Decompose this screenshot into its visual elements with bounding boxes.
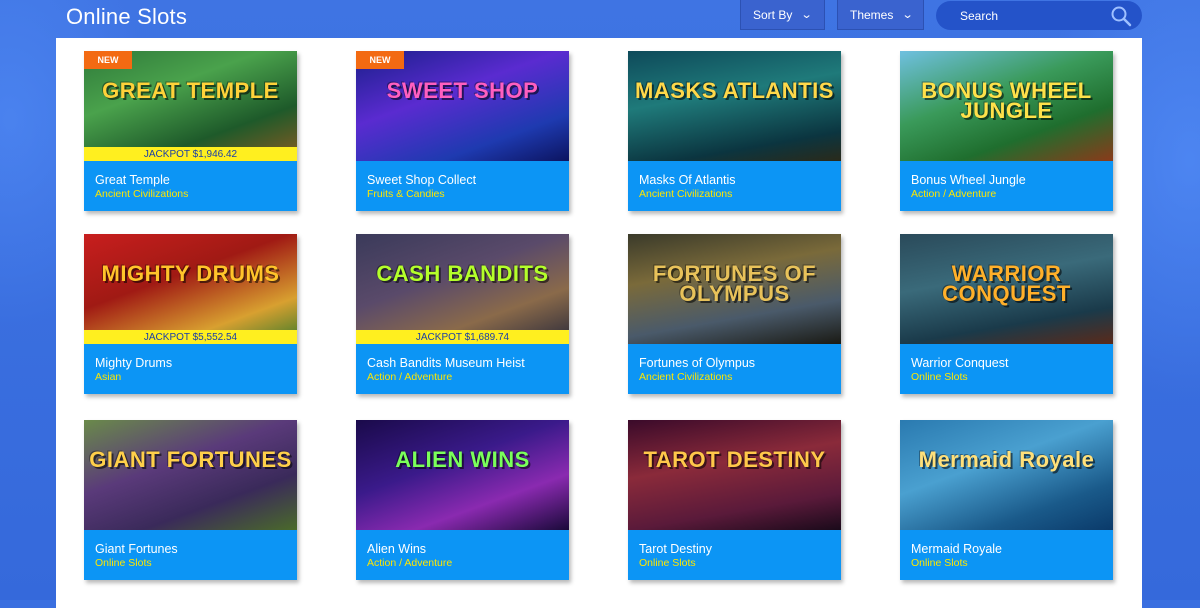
game-name[interactable]: Giant Fortunes	[95, 542, 291, 557]
game-info: Alien Wins Action / Adventure	[367, 542, 563, 569]
game-info: Sweet Shop Collect Fruits & Candies	[367, 173, 563, 200]
game-name[interactable]: Masks Of Atlantis	[639, 173, 835, 188]
game-thumbnail[interactable]: FORTUNES OF OLYMPUS	[628, 234, 841, 344]
game-info: Bonus Wheel Jungle Action / Adventure	[911, 173, 1107, 200]
game-info: Tarot Destiny Online Slots	[639, 542, 835, 569]
game-card[interactable]: CASH BANDITS JACKPOT $1,689.74 Cash Bandit…	[356, 234, 569, 394]
game-category: Ancient Civilizations	[639, 371, 733, 383]
game-card[interactable]: MIGHTY DRUMS JACKPOT $5,552.54 Mighty Drum…	[84, 234, 297, 394]
game-name[interactable]: Great Temple	[95, 173, 291, 188]
page-title: Online Slots	[66, 4, 188, 29]
game-logo: BONUS WHEEL JUNGLE	[921, 78, 1092, 123]
game-card[interactable]: MASKS ATLANTIS Masks Of Atlantis Ancient C…	[628, 51, 841, 211]
game-thumbnail[interactable]: CASH BANDITS JACKPOT $1,689.74	[356, 234, 569, 344]
game-category: Ancient Civilizations	[95, 188, 189, 200]
game-info: Cash Bandits Museum Heist Action / Advent…	[367, 356, 563, 383]
sort-by-label: Sort By	[753, 7, 793, 22]
jackpot-banner: JACKPOT $5,552.54	[84, 330, 297, 344]
game-card[interactable]: Mermaid Royale Mermaid Royale Online Slots	[900, 420, 1113, 580]
new-badge: NEW	[356, 51, 404, 69]
chevron-down-icon: ⌄	[800, 9, 813, 21]
jackpot-banner: JACKPOT $1,689.74	[356, 330, 569, 344]
game-thumbnail[interactable]: TAROT DESTINY	[628, 420, 841, 530]
game-category: Online Slots	[95, 557, 152, 569]
game-thumbnail[interactable]: BONUS WHEEL JUNGLE	[900, 51, 1113, 161]
sort-by-dropdown[interactable]: Sort By ⌄	[740, 0, 825, 30]
game-info: Mighty Drums Asian	[95, 356, 291, 383]
game-thumbnail[interactable]: GREAT TEMPLE NEW JACKPOT $1,946.42	[84, 51, 297, 161]
game-name[interactable]: Alien Wins	[367, 542, 563, 557]
game-category: Fruits & Candies	[367, 188, 445, 200]
new-badge: NEW	[84, 51, 132, 69]
game-thumbnail[interactable]: GIANT FORTUNES	[84, 420, 297, 530]
game-card[interactable]: FORTUNES OF OLYMPUS Fortunes of Olympus An…	[628, 234, 841, 394]
chevron-down-icon: ⌄	[901, 9, 914, 21]
game-name[interactable]: Cash Bandits Museum Heist	[367, 356, 563, 371]
game-category: Online Slots	[911, 371, 968, 383]
game-card[interactable]: GIANT FORTUNES Giant Fortunes Online Slots	[84, 420, 297, 580]
game-logo: GREAT TEMPLE	[102, 78, 279, 103]
game-logo: GIANT FORTUNES	[89, 447, 292, 472]
game-thumbnail[interactable]: MASKS ATLANTIS	[628, 51, 841, 161]
game-card[interactable]: SWEET SHOP NEW Sweet Shop Collect Fruits & …	[356, 51, 569, 211]
game-thumbnail[interactable]: MIGHTY DRUMS JACKPOT $5,552.54	[84, 234, 297, 344]
jackpot-banner: JACKPOT $1,946.42	[84, 147, 297, 161]
game-info: Warrior Conquest Online Slots	[911, 356, 1107, 383]
game-thumbnail[interactable]: ALIEN WINS	[356, 420, 569, 530]
game-logo: FORTUNES OF OLYMPUS	[652, 261, 817, 306]
game-name[interactable]: Warrior Conquest	[911, 356, 1107, 371]
game-logo: SWEET SHOP	[386, 78, 539, 103]
game-logo: MIGHTY DRUMS	[101, 261, 280, 286]
game-card[interactable]: TAROT DESTINY Tarot Destiny Online Slots	[628, 420, 841, 580]
game-name[interactable]: Bonus Wheel Jungle	[911, 173, 1107, 188]
themes-dropdown[interactable]: Themes ⌄	[837, 0, 924, 30]
search-box	[936, 1, 1142, 30]
game-category: Action / Adventure	[367, 371, 453, 383]
game-info: Giant Fortunes Online Slots	[95, 542, 291, 569]
game-logo: CASH BANDITS	[376, 261, 549, 286]
game-info: Great Temple Ancient Civilizations	[95, 173, 291, 200]
game-thumbnail[interactable]: WARRIOR CONQUEST	[900, 234, 1113, 344]
game-category: Asian	[95, 371, 122, 383]
search-input[interactable]	[958, 7, 1102, 24]
game-category: Action / Adventure	[367, 557, 453, 569]
game-logo: Mermaid Royale	[918, 447, 1095, 472]
game-name[interactable]: Mighty Drums	[95, 356, 291, 371]
search-icon[interactable]	[1110, 5, 1132, 27]
game-name[interactable]: Sweet Shop Collect	[367, 173, 563, 188]
top-bar: Online Slots Sort By ⌄ Themes ⌄	[0, 0, 1200, 38]
game-info: Mermaid Royale Online Slots	[911, 542, 1107, 569]
game-category: Ancient Civilizations	[639, 188, 733, 200]
themes-label: Themes	[850, 7, 894, 22]
game-name[interactable]: Tarot Destiny	[639, 542, 835, 557]
game-info: Masks Of Atlantis Ancient Civilizations	[639, 173, 835, 200]
game-name[interactable]: Mermaid Royale	[911, 542, 1107, 557]
game-logo: TAROT DESTINY	[643, 447, 826, 472]
game-name[interactable]: Fortunes of Olympus	[639, 356, 835, 371]
game-category: Action / Adventure	[911, 188, 997, 200]
game-card[interactable]: WARRIOR CONQUEST Warrior Conquest Online S…	[900, 234, 1113, 394]
game-thumbnail[interactable]: Mermaid Royale	[900, 420, 1113, 530]
game-thumbnail[interactable]: SWEET SHOP NEW	[356, 51, 569, 161]
game-card[interactable]: ALIEN WINS Alien Wins Action / Adventure	[356, 420, 569, 580]
game-logo: ALIEN WINS	[395, 447, 530, 472]
game-card[interactable]: BONUS WHEEL JUNGLE Bonus Wheel Jungle Acti…	[900, 51, 1113, 211]
game-category: Online Slots	[639, 557, 696, 569]
game-category: Online Slots	[911, 557, 968, 569]
game-logo: MASKS ATLANTIS	[635, 78, 834, 103]
game-card[interactable]: GREAT TEMPLE NEW JACKPOT $1,946.42 Great Te…	[84, 51, 297, 211]
game-info: Fortunes of Olympus Ancient Civilizations	[639, 356, 835, 383]
game-logo: WARRIOR CONQUEST	[942, 261, 1071, 306]
